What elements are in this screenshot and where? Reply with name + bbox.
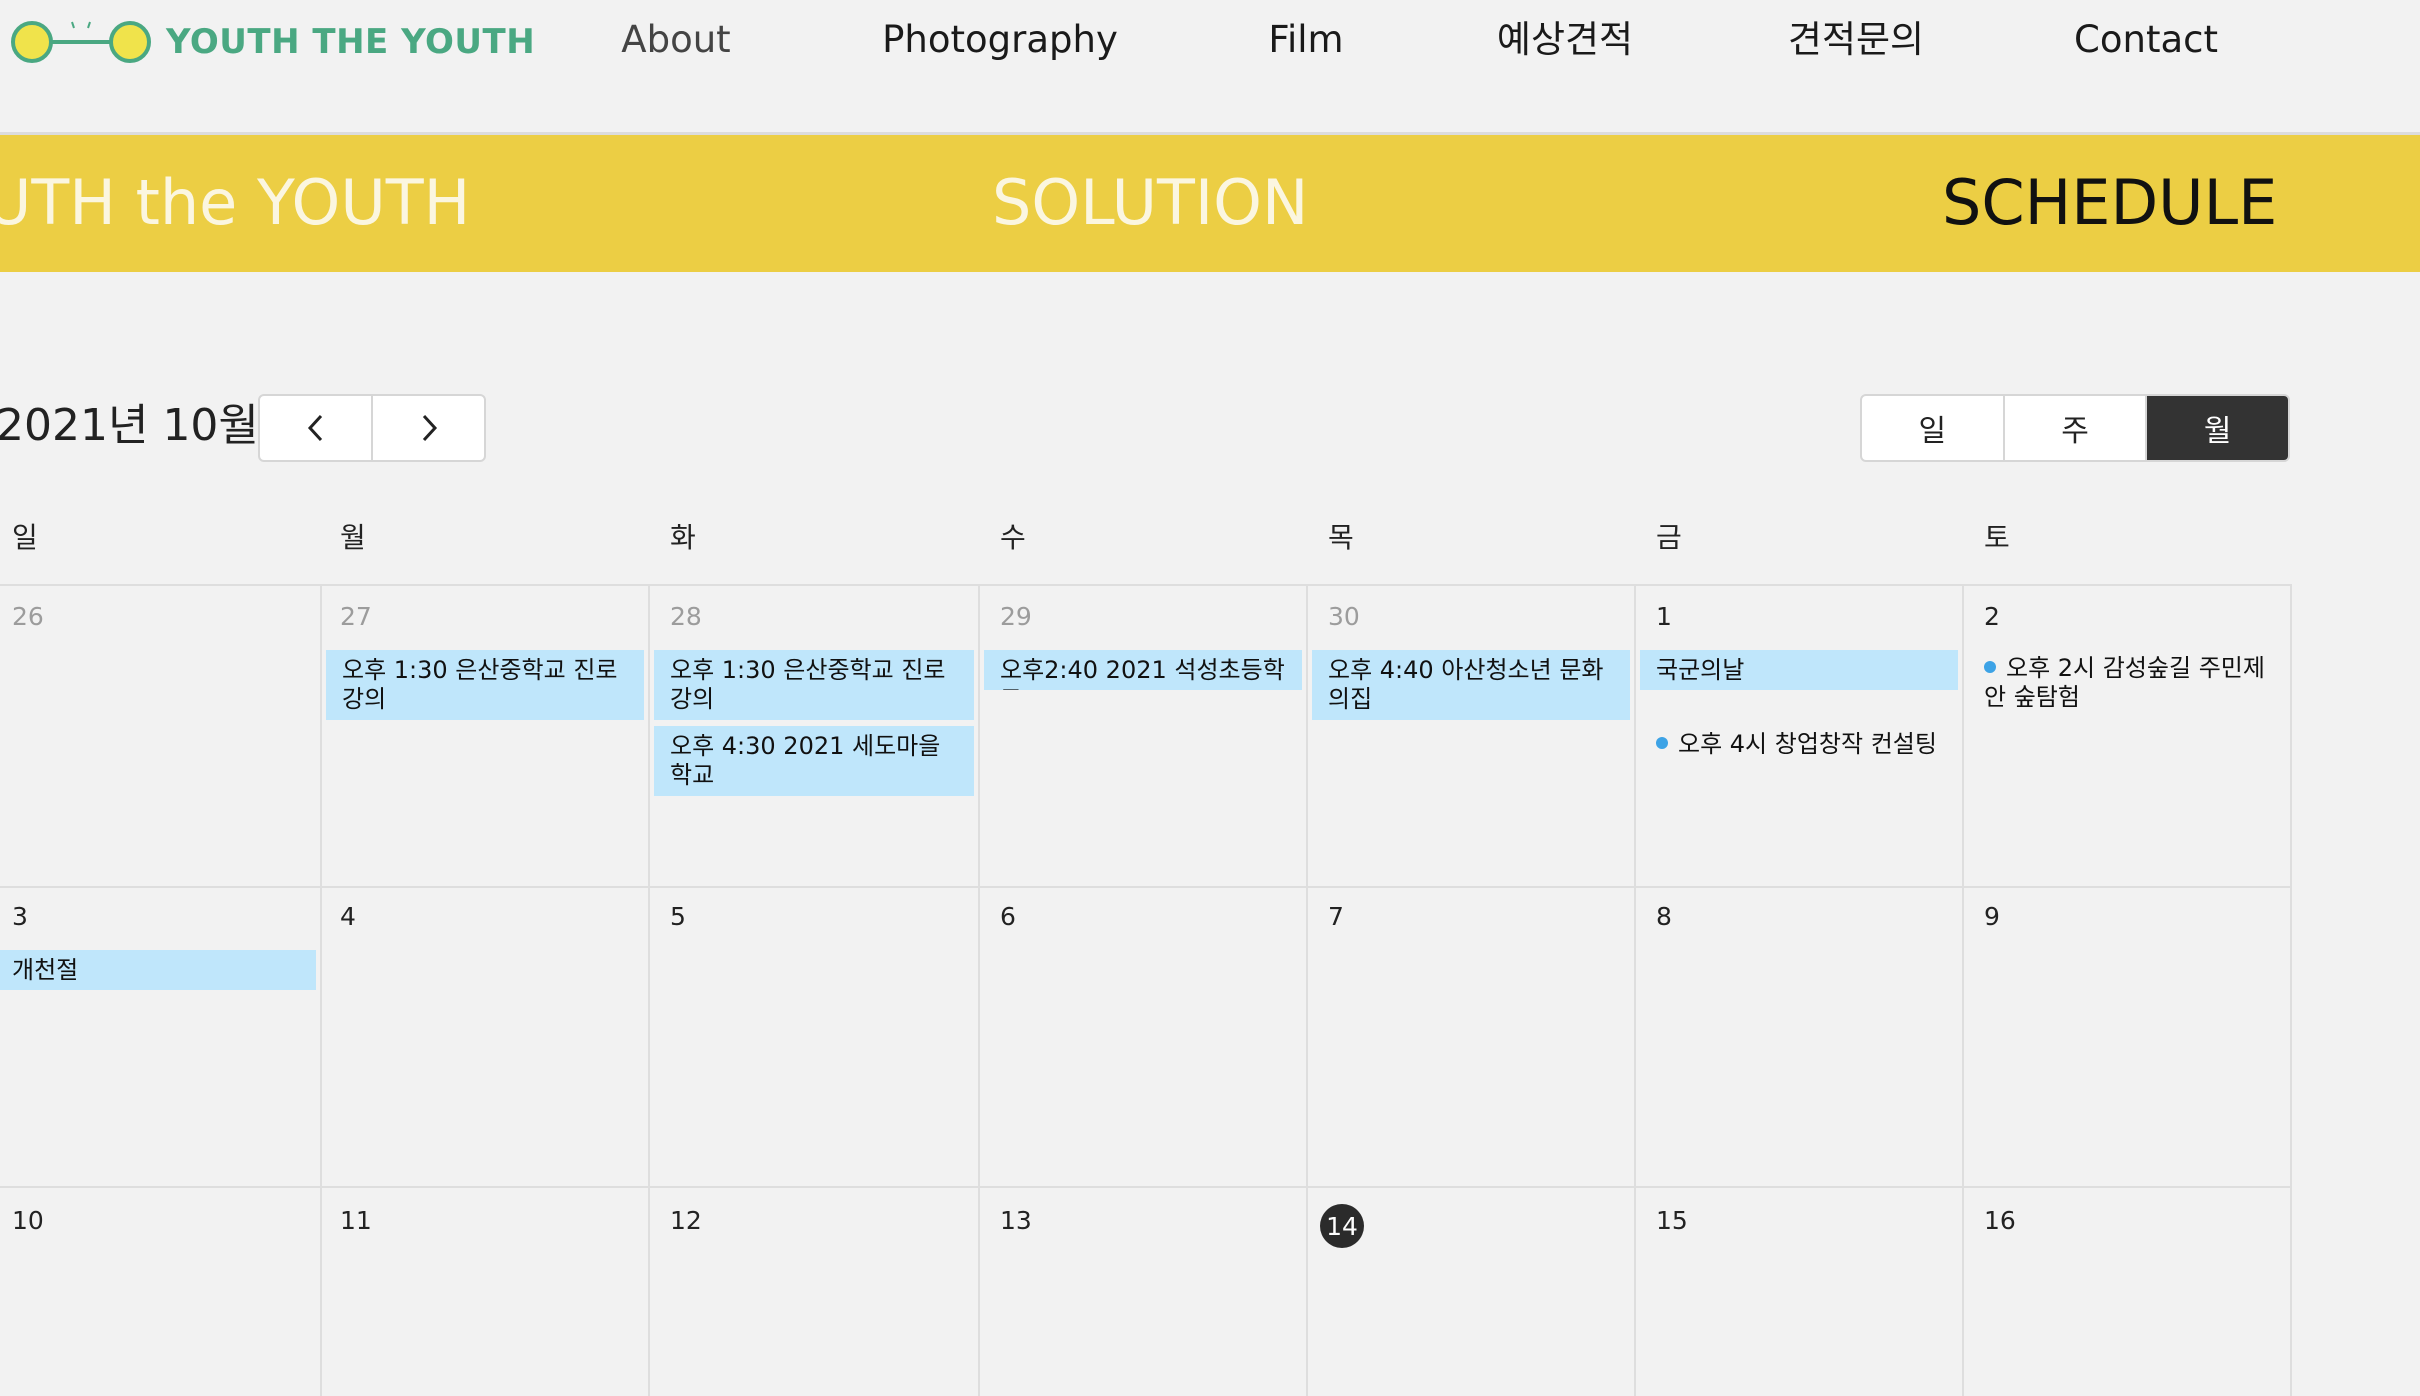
grid-divider (978, 584, 980, 1396)
view-week-button[interactable]: 주 (2002, 396, 2146, 460)
day-number[interactable]: 10 (12, 1206, 44, 1235)
day-number[interactable]: 12 (670, 1206, 702, 1235)
event-label: 오후 4시 창업창작 컨설팅 (1678, 730, 1937, 758)
day-number[interactable]: 3 (12, 902, 28, 931)
day-number[interactable]: 11 (340, 1206, 372, 1235)
day-number[interactable]: 5 (670, 902, 686, 931)
day-number[interactable]: 8 (1656, 902, 1672, 931)
logo[interactable]: YOUTH THE YOUTH (6, 14, 535, 70)
weekday-mon: 월 (340, 521, 366, 554)
nav-photography[interactable]: Photography (882, 14, 1118, 66)
grid-divider (1962, 584, 1964, 1396)
weekday-header: 일 월 화 수 목 금 토 (0, 500, 2292, 586)
month-pager (258, 394, 486, 462)
event-dot-icon (1984, 661, 1996, 673)
day-number[interactable]: 30 (1328, 602, 1360, 631)
weekday-sun: 일 (12, 521, 38, 554)
nav-estimate[interactable]: 예상견적 (1497, 14, 1633, 66)
day-number[interactable]: 13 (1000, 1206, 1032, 1235)
weekday-thu: 목 (1328, 521, 1354, 554)
view-switcher: 일 주 월 (1860, 394, 2290, 462)
calendar-event[interactable]: 오후 1:30 은산중학교 진로강의 (654, 650, 974, 720)
calendar-event[interactable]: 오후 4:30 2021 세도마을학교 (654, 726, 974, 796)
section-tabs-band: UTH the YOUTH SOLUTION SCHEDULE (0, 135, 2420, 272)
grid-divider (0, 886, 2292, 888)
next-month-button[interactable] (371, 396, 484, 460)
weekday-wed: 수 (1000, 521, 1026, 554)
tab-solution[interactable]: SOLUTION (992, 165, 1308, 241)
grid-divider (1306, 584, 1308, 1396)
calendar-event[interactable]: 개천절 (0, 950, 316, 990)
view-day-button[interactable]: 일 (1862, 396, 2003, 460)
nav-inquiry[interactable]: 견적문의 (1788, 14, 1924, 66)
grid-divider (320, 584, 322, 1396)
month-title: 2021년 10월 (0, 400, 259, 451)
day-number[interactable]: 15 (1656, 1206, 1688, 1235)
grid-divider (648, 584, 650, 1396)
nav-contact[interactable]: Contact (2074, 14, 2218, 66)
day-number[interactable]: 16 (1984, 1206, 2016, 1235)
day-number[interactable]: 27 (340, 602, 372, 631)
calendar-event[interactable]: 오후 2시 감성숲길 주민제안 숲탐험 (1984, 654, 2274, 712)
weekday-tue: 화 (670, 521, 696, 554)
day-number[interactable]: 28 (670, 602, 702, 631)
event-label: 오후 2시 감성숲길 주민제안 숲탐험 (1984, 654, 2265, 711)
grid-divider (1634, 584, 1636, 1396)
view-month-button[interactable]: 월 (2145, 396, 2288, 460)
day-number[interactable]: 6 (1000, 902, 1016, 931)
calendar-event[interactable]: 오후 4:40 아산청소년 문화의집 (1312, 650, 1630, 720)
day-number[interactable]: 7 (1328, 902, 1344, 931)
calendar-event[interactable]: 오후2:40 2021 석성초등학교 (984, 650, 1302, 690)
calendar-event[interactable]: 국군의날 (1640, 650, 1958, 690)
top-navigation: YOUTH THE YOUTH About Photography Film 예… (0, 0, 2420, 135)
chevron-left-icon (307, 414, 322, 442)
grid-divider (0, 1186, 2292, 1188)
today-day-number[interactable]: 14 (1320, 1204, 1364, 1248)
chevron-right-icon (422, 414, 437, 442)
day-number[interactable]: 26 (12, 602, 44, 631)
tab-schedule[interactable]: SCHEDULE (1942, 165, 2277, 241)
prev-month-button[interactable] (260, 396, 371, 460)
weekday-fri: 금 (1656, 521, 1682, 554)
event-dot-icon (1656, 737, 1668, 749)
day-number[interactable]: 29 (1000, 602, 1032, 631)
day-number[interactable]: 1 (1656, 602, 1672, 631)
nav-film[interactable]: Film (1268, 14, 1343, 66)
calendar-event[interactable]: 오후 4시 창업창작 컨설팅 (1656, 730, 1956, 759)
calendar-event[interactable]: 오후 1:30 은산중학교 진로강의 (326, 650, 644, 720)
day-number[interactable]: 4 (340, 902, 356, 931)
weekday-sat: 토 (1984, 521, 2010, 554)
brand-name: YOUTH THE YOUTH (166, 22, 536, 62)
day-number[interactable]: 2 (1984, 602, 2000, 631)
grid-divider (2290, 584, 2292, 1396)
nav-about[interactable]: About (621, 14, 730, 66)
tab-youth-the-youth[interactable]: UTH the YOUTH (0, 165, 470, 241)
day-number[interactable]: 9 (1984, 902, 2000, 931)
logo-mark-icon (11, 21, 151, 63)
